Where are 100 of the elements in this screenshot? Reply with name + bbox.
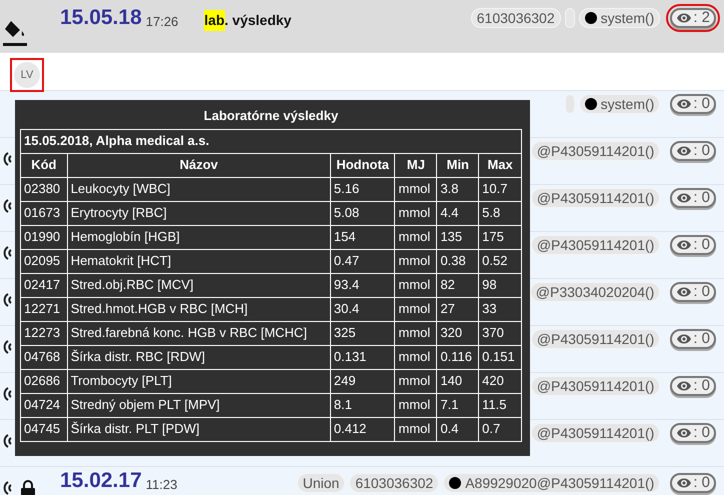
broadcast-icon — [2, 292, 14, 308]
views-button[interactable]: : 0 — [670, 188, 716, 208]
id-chip: @P43059114201() — [530, 235, 660, 255]
table-cell: 01673 — [20, 201, 68, 225]
blank-chip — [564, 8, 575, 28]
table-cell: Stred.farebná konc. HGB v RBC [MCHC] — [67, 321, 330, 345]
eye-icon — [676, 239, 692, 251]
tag-label: lab — [204, 10, 225, 31]
views-button[interactable]: : 0 — [670, 376, 716, 396]
broadcast-icon — [2, 245, 14, 261]
table-cell: Trombocyty [PLT] — [67, 369, 330, 393]
views-button[interactable]: : 0 — [670, 423, 716, 443]
table-cell: mmol — [394, 321, 437, 345]
table-cell: mmol — [394, 297, 437, 321]
column-header: Kód — [20, 153, 68, 177]
table-cell: 93.4 — [330, 273, 395, 297]
views-button[interactable]: : 0 — [670, 282, 716, 302]
id-chip: @P43059114201() — [530, 329, 660, 349]
table-cell: Stred.hmot.HGB v RBC [MCH] — [67, 297, 330, 321]
table-cell: 370 — [478, 321, 522, 345]
table-cell: mmol — [394, 225, 437, 249]
table-cell: 0.131 — [330, 345, 395, 369]
table-cell: 12273 — [20, 321, 68, 345]
table-cell: 0.4 — [436, 417, 479, 441]
table-cell: 33 — [478, 297, 522, 321]
id-chip: 6103036302 — [349, 473, 440, 493]
entry-time: 17:26 — [146, 13, 178, 31]
table-cell: 12271 — [20, 297, 68, 321]
table-cell: 30.4 — [330, 297, 395, 321]
table-cell: 02380 — [20, 177, 68, 201]
id-chip: @P43059114201() — [530, 423, 660, 443]
eye-icon — [676, 12, 692, 24]
eye-icon — [676, 145, 692, 157]
table-cell: 140 — [436, 369, 479, 393]
table-cell: 10.7 — [478, 177, 522, 201]
user-name: A89929020@P43059114201() — [465, 474, 654, 492]
id-chip: @P43059114201() — [530, 188, 660, 208]
entry-time: 11:23 — [146, 476, 178, 494]
table-cell: Erytrocyty [RBC] — [67, 201, 330, 225]
user-name: system() — [600, 95, 654, 113]
table-cell: Leukocyty [WBC] — [67, 177, 330, 201]
table-cell: mmol — [394, 393, 437, 417]
table-cell: 8.1 — [330, 393, 395, 417]
id-chip: Union — [296, 473, 346, 493]
id-chip: @P33034020204() — [530, 282, 660, 302]
views-button[interactable]: : 0 — [670, 235, 716, 255]
table-cell: mmol — [394, 273, 437, 297]
table-cell: 82 — [436, 273, 479, 297]
table-cell: 320 — [436, 321, 479, 345]
table-cell: 01990 — [20, 225, 68, 249]
table-cell: 0.38 — [436, 249, 479, 273]
id-chip: 6103036302 — [470, 8, 561, 28]
column-header: Min — [436, 153, 479, 177]
table-cell: 02095 — [20, 249, 68, 273]
table-cell: 0.116 — [436, 345, 479, 369]
table-cell: 175 — [478, 225, 522, 249]
table-cell: 3.8 — [436, 177, 479, 201]
table-cell: 0.7 — [478, 417, 522, 441]
popup-title: Laboratórne výsledky — [202, 107, 340, 125]
table-cell: 0.151 — [478, 345, 522, 369]
table-cell: 7.1 — [436, 393, 479, 417]
table-cell: 04768 — [20, 345, 68, 369]
column-header: Hodnota — [330, 153, 395, 177]
eye-icon — [676, 333, 692, 345]
table-cell: mmol — [394, 369, 437, 393]
status-dot — [584, 98, 597, 110]
eye-icon — [676, 286, 692, 298]
eye-icon — [676, 98, 692, 110]
table-cell: 0.412 — [330, 417, 395, 441]
table-cell: 154 — [330, 225, 395, 249]
table-cell: 02417 — [20, 273, 68, 297]
table-cell: Hematokrit [HCT] — [67, 249, 330, 273]
eye-icon — [676, 427, 692, 439]
table-cell: 5.16 — [330, 177, 395, 201]
broadcast-icon — [2, 198, 14, 214]
table-cell: 0.52 — [478, 249, 522, 273]
views-button[interactable]: : 0 — [670, 141, 716, 161]
table-cell: Stred.obj.RBC [MCV] — [67, 273, 330, 297]
eye-icon — [676, 380, 692, 392]
id-chip: @P43059114201() — [530, 376, 660, 396]
table-cell: Šírka distr. RBC [RDW] — [67, 345, 330, 369]
table-cell: mmol — [394, 417, 437, 441]
broadcast-icon — [2, 339, 14, 355]
user-name: system() — [600, 9, 654, 27]
table-cell: Šírka distr. PLT [PDW] — [67, 417, 330, 441]
views-button[interactable]: : 0 — [670, 94, 716, 114]
table-cell: 135 — [436, 225, 479, 249]
eye-icon — [676, 192, 692, 204]
views-button[interactable]: : 0 — [670, 329, 716, 349]
column-header: Max — [478, 153, 522, 177]
views-button[interactable]: : 0 — [670, 473, 716, 493]
broadcast-icon — [2, 480, 14, 495]
table-cell: Hemoglobín [HGB] — [67, 225, 330, 249]
table-cell: 249 — [330, 369, 395, 393]
paint-bucket-icon — [2, 19, 28, 47]
table-cell: mmol — [394, 249, 437, 273]
entry-date: 15.05.18 — [60, 7, 142, 29]
column-header: MJ — [394, 153, 437, 177]
status-dot — [584, 12, 597, 24]
table-cell: mmol — [394, 201, 437, 225]
